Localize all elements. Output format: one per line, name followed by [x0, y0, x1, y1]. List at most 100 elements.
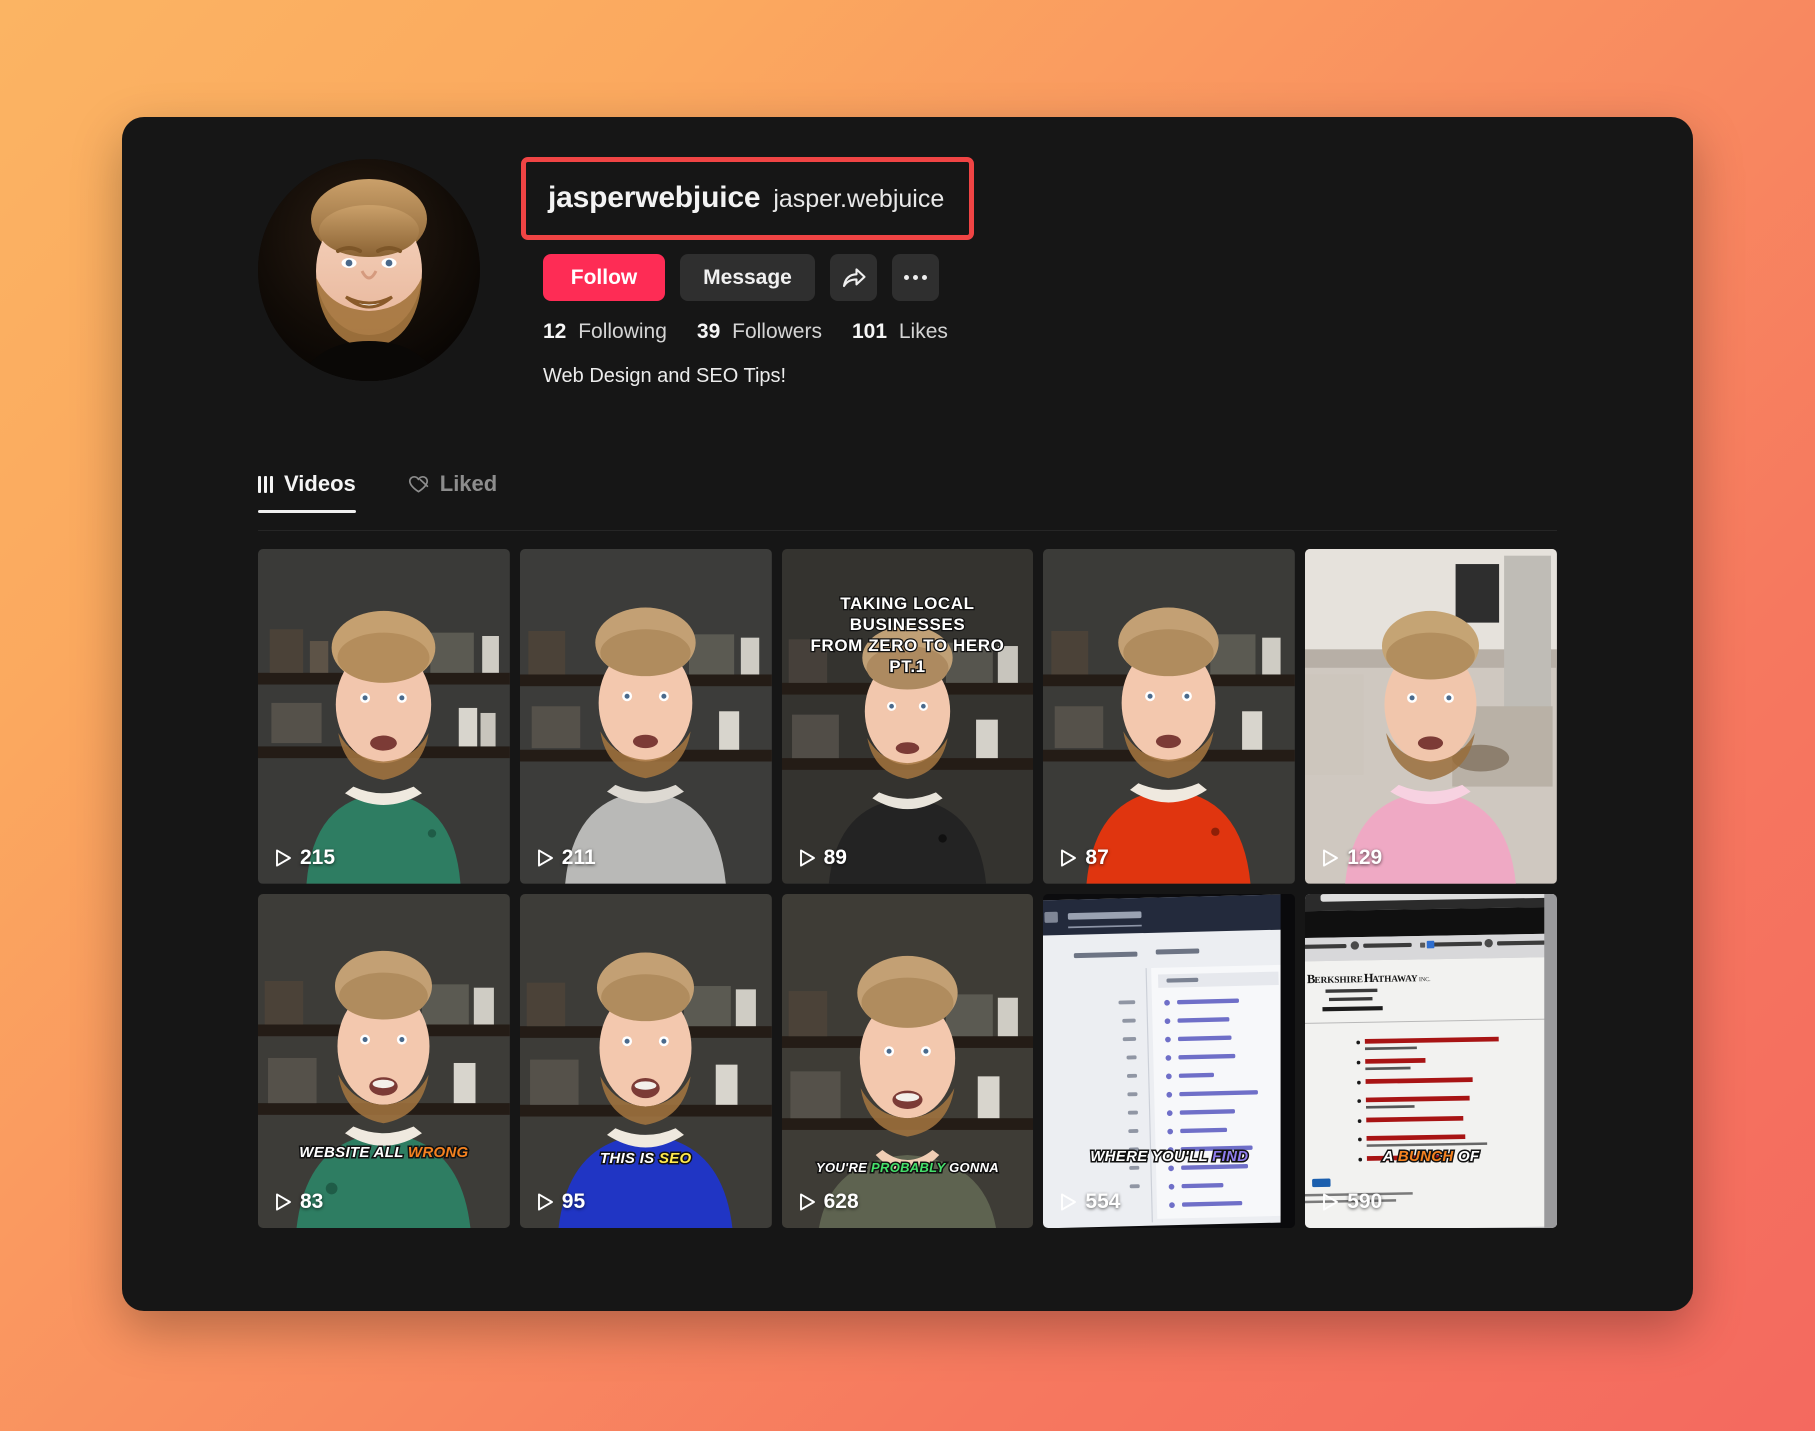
stat-following-value: 12: [543, 320, 567, 343]
stat-following[interactable]: 12 Following: [543, 320, 667, 344]
view-count: 215: [275, 846, 335, 870]
view-count: 87: [1060, 845, 1109, 870]
tab-liked[interactable]: Liked: [408, 471, 497, 512]
svg-text:INC.: INC.: [1419, 977, 1431, 983]
video-card[interactable]: B ERKSHIRE H ATHAWAY INC. A BUNCH OF 590: [1305, 893, 1557, 1229]
caption-segment-highlight: BUNCH: [1396, 1146, 1454, 1166]
view-count: 83: [275, 1190, 323, 1214]
video-thumbnail: B ERKSHIRE H ATHAWAY INC.: [1305, 893, 1557, 1229]
view-count-value: 628: [823, 1190, 859, 1214]
caption-segment-highlight: SEO: [657, 1148, 692, 1168]
caption-segment: THIS IS: [598, 1148, 655, 1168]
view-count-value: 129: [1347, 845, 1383, 869]
video-caption: WEBSITE ALL WRONG: [258, 1142, 510, 1163]
view-count: 590: [1322, 1190, 1382, 1214]
view-count: 95: [537, 1190, 585, 1214]
play-icon: [799, 1193, 816, 1211]
view-count: 628: [799, 1190, 859, 1214]
share-arrow-icon: [841, 266, 867, 290]
stat-followers-label: Followers: [732, 320, 822, 343]
video-grid: 215 211 TAKING LOCAL BUSINESSES FROM ZER…: [122, 531, 1693, 1229]
more-options-button[interactable]: [892, 254, 939, 301]
video-card[interactable]: 215: [258, 549, 510, 884]
svg-text:ATHAWAY: ATHAWAY: [1372, 973, 1418, 984]
video-card[interactable]: 211: [519, 549, 772, 884]
video-thumbnail: [519, 893, 772, 1229]
caption-segment: GONNA: [948, 1159, 1001, 1177]
caption-segment-highlight: PROBABLY: [870, 1159, 947, 1177]
stat-likes[interactable]: 101 Likes: [852, 320, 948, 344]
video-thumbnail: [1305, 549, 1557, 884]
video-card[interactable]: THIS IS SEO 95: [519, 893, 772, 1229]
play-icon: [275, 1193, 292, 1211]
view-count: 89: [799, 846, 847, 870]
message-button[interactable]: Message: [680, 254, 815, 301]
play-icon: [537, 849, 554, 867]
stat-likes-value: 101: [851, 320, 888, 343]
view-count-value: 211: [561, 845, 596, 869]
view-count: 129: [1322, 846, 1382, 870]
video-card[interactable]: WHERE YOU'LL FIND 554: [1043, 893, 1296, 1229]
more-dots-icon: [904, 275, 927, 280]
stat-likes-label: Likes: [898, 320, 948, 343]
caption-segment: PT.1: [888, 656, 926, 678]
follow-button[interactable]: Follow: [543, 254, 665, 301]
caption-segment-highlight: WRONG: [406, 1142, 469, 1162]
video-thumbnail: [781, 893, 1034, 1229]
profile-tabs: Videos Liked: [258, 469, 1557, 531]
view-count-value: 215: [300, 845, 336, 869]
tab-liked-label: Liked: [439, 471, 498, 496]
grid-bars-icon: [258, 475, 273, 493]
video-card[interactable]: YOU'RE PROBABLY GONNA 628: [781, 893, 1034, 1229]
video-thumbnail: [258, 893, 510, 1229]
caption-segment: WEBSITE ALL: [298, 1142, 405, 1162]
play-icon: [1322, 849, 1339, 867]
identity-block: jasperwebjuice jasper.webjuice Follow Me…: [521, 157, 975, 388]
tab-videos[interactable]: Videos: [258, 471, 356, 513]
view-count-value: 87: [1085, 845, 1109, 869]
video-caption: YOU'RE PROBABLY GONNA: [782, 1159, 1034, 1177]
profile-window: jasperwebjuice jasper.webjuice Follow Me…: [122, 117, 1693, 1311]
profile-bio: Web Design and SEO Tips!: [543, 365, 787, 387]
video-card[interactable]: WEBSITE ALL WRONG 83: [258, 893, 510, 1229]
profile-stats: 12 Following 39 Followers 101 Likes: [543, 320, 974, 344]
share-button[interactable]: [830, 254, 877, 301]
view-count-value: 590: [1347, 1190, 1383, 1214]
view-count-value: 95: [561, 1190, 586, 1214]
play-icon: [1060, 849, 1077, 867]
play-icon: [537, 1193, 554, 1211]
profile-header: jasperwebjuice jasper.webjuice Follow Me…: [122, 117, 1693, 469]
tab-videos-label: Videos: [284, 471, 356, 496]
view-count-value: 89: [823, 845, 847, 869]
video-card[interactable]: 87: [1043, 549, 1296, 884]
play-icon: [1060, 1193, 1077, 1211]
stat-followers[interactable]: 39 Followers: [697, 320, 822, 344]
video-thumbnail: [258, 549, 510, 884]
svg-text:ERKSHIRE: ERKSHIRE: [1315, 974, 1364, 985]
profile-action-row: Follow Message: [543, 254, 974, 301]
video-caption: TAKING LOCAL BUSINESSES FROM ZERO TO HER…: [782, 593, 1034, 678]
caption-segment: WHERE YOU'LL: [1089, 1146, 1209, 1166]
play-icon: [799, 849, 816, 867]
username-highlight-box: jasperwebjuice jasper.webjuice: [521, 157, 975, 240]
video-thumbnail: [519, 549, 772, 884]
video-caption: WHERE YOU'LL FIND: [1043, 1146, 1295, 1167]
video-card[interactable]: 129: [1305, 549, 1557, 884]
caption-segment: TAKING LOCAL BUSINESSES: [839, 593, 975, 636]
caption-segment-highlight: FIND: [1211, 1146, 1250, 1166]
stat-followers-value: 39: [696, 320, 721, 343]
view-count: 554: [1060, 1190, 1120, 1214]
video-thumbnail: [1043, 893, 1296, 1229]
video-card[interactable]: TAKING LOCAL BUSINESSES FROM ZERO TO HER…: [781, 549, 1034, 884]
caption-segment: A: [1381, 1146, 1394, 1166]
view-count: 211: [537, 846, 596, 870]
stat-following-label: Following: [578, 320, 667, 343]
view-count-value: 554: [1085, 1190, 1121, 1214]
play-icon: [1322, 1193, 1339, 1211]
video-caption: THIS IS SEO: [520, 1148, 772, 1169]
avatar[interactable]: [258, 159, 480, 381]
caption-segment: YOU'RE: [814, 1159, 868, 1177]
caption-segment: OF: [1456, 1146, 1480, 1166]
handle: jasper.webjuice: [773, 185, 945, 213]
video-caption: A BUNCH OF: [1305, 1146, 1557, 1167]
